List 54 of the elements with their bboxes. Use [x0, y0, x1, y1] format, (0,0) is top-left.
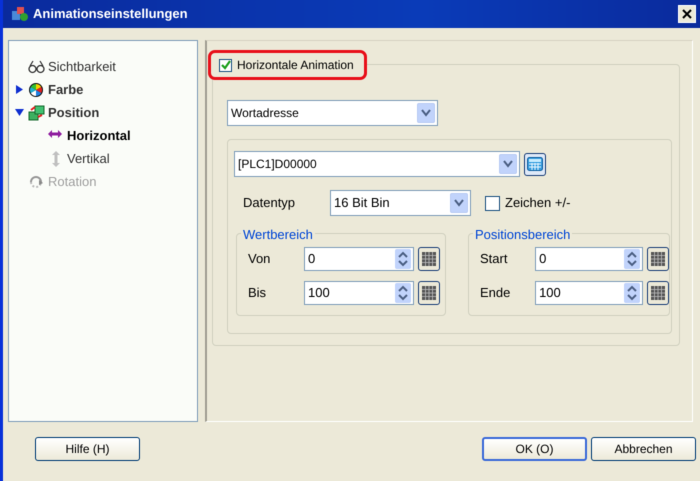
number-field[interactable]: 100: [535, 281, 644, 305]
tree-item[interactable]: Position: [15, 101, 197, 124]
checkbox-label: Horizontale Animation: [237, 57, 354, 74]
grid-icon: [422, 252, 436, 266]
chevron-icon: [503, 160, 513, 168]
rotation-icon: [28, 174, 45, 190]
squares-icon: [28, 104, 45, 120]
field-label: Datentyp: [243, 194, 296, 212]
spin-button[interactable]: [624, 283, 640, 303]
glasses-icon: [28, 58, 45, 74]
tree-item[interactable]: Horizontal: [15, 124, 197, 147]
chevron-icon: [421, 109, 431, 117]
grid-icon: [651, 286, 666, 300]
dropdown[interactable]: [PLC1]D00000: [234, 151, 520, 177]
spin-button[interactable]: [624, 249, 640, 269]
keypad-button[interactable]: [418, 281, 440, 305]
tree-item[interactable]: Farbe: [15, 78, 197, 101]
keypad-button[interactable]: [647, 247, 670, 271]
number-field[interactable]: 0: [304, 247, 414, 271]
tree-item[interactable]: Sichtbarkeit: [15, 55, 197, 78]
color-wheel-icon: [28, 82, 45, 98]
expander-icon: [15, 85, 24, 94]
group-title: Positionsbereich: [475, 226, 570, 244]
checkbox-label: Zeichen +/-: [505, 194, 570, 212]
checkbox[interactable]: [219, 58, 232, 72]
grid-icon: [651, 252, 666, 266]
dialog-button[interactable]: OK (O): [482, 437, 587, 461]
expander-icon: [15, 108, 24, 117]
group-title: Wertbereich: [243, 226, 313, 244]
keypad-button[interactable]: [418, 247, 440, 271]
grid-icon: [422, 286, 436, 300]
chevron-icon: [454, 199, 464, 207]
close-button[interactable]: [678, 5, 696, 23]
field-label: Start: [480, 250, 508, 268]
spin-button[interactable]: [395, 283, 411, 303]
dialog-button[interactable]: Abbrechen: [591, 437, 696, 461]
address-picker-button[interactable]: [524, 152, 546, 176]
window-title: Animationseinstellungen: [33, 5, 188, 24]
vertical-arrow-icon: [50, 150, 62, 166]
keypad-icon: [527, 157, 543, 171]
close-icon: [682, 9, 692, 19]
field-label: Bis: [248, 284, 268, 302]
field-label: Von: [248, 250, 272, 268]
field-label: Ende: [480, 284, 512, 302]
number-field[interactable]: 100: [304, 281, 414, 305]
spin-button[interactable]: [395, 249, 411, 269]
keypad-button[interactable]: [647, 281, 670, 305]
tree-item[interactable]: Vertikal: [15, 147, 197, 170]
app-icon: [11, 6, 29, 22]
number-field[interactable]: 0: [535, 247, 644, 271]
dropdown[interactable]: Wortadresse: [227, 100, 438, 126]
checkbox[interactable]: [485, 196, 500, 210]
dialog-button[interactable]: Hilfe (H): [35, 437, 140, 461]
dropdown[interactable]: 16 Bit Bin: [330, 190, 471, 216]
